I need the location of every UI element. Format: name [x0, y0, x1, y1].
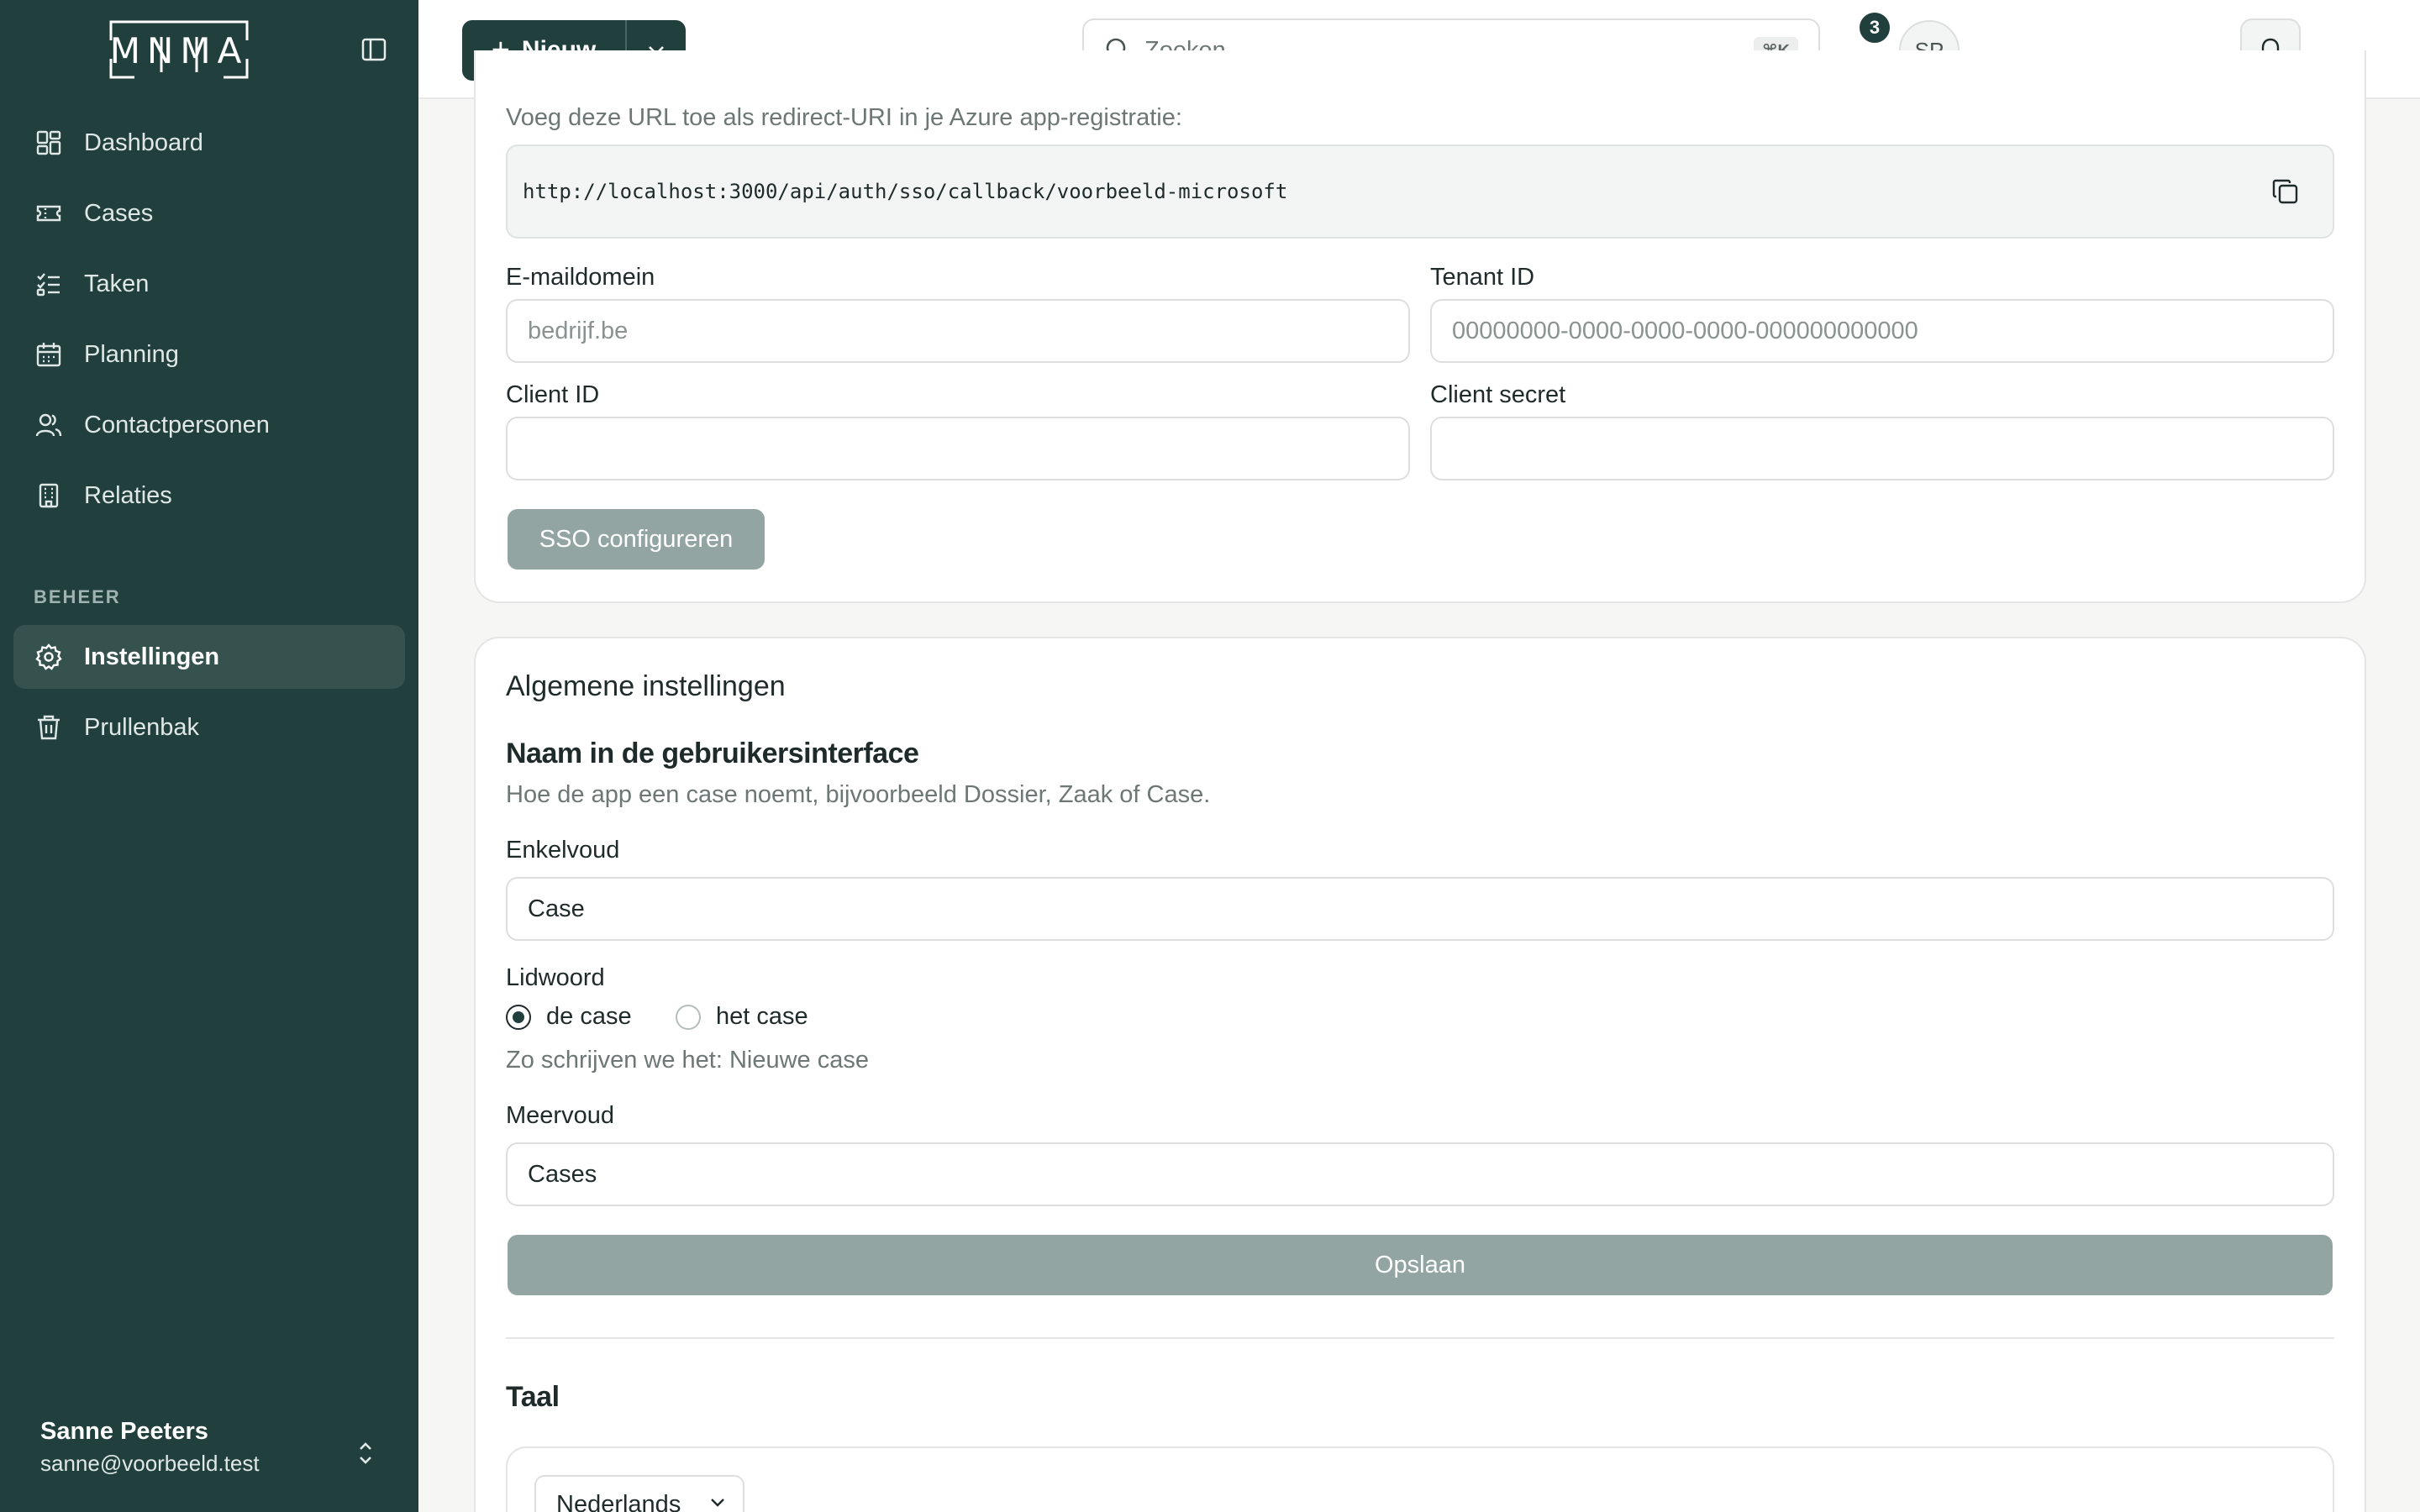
sidebar-item-label: Contactpersonen	[84, 411, 270, 438]
sidebar-item-label: Planning	[84, 340, 179, 368]
email-domain-field[interactable]	[506, 299, 1410, 363]
client-secret-field[interactable]	[1430, 417, 2334, 480]
article-label: Lidwoord	[506, 964, 605, 991]
trash-icon	[34, 712, 64, 743]
sidebar-item-cases[interactable]: Cases	[13, 181, 405, 245]
singular-field[interactable]	[506, 877, 2334, 941]
sidebar-item-prullenbak[interactable]: Prullenbak	[13, 696, 405, 759]
sso-configure-button[interactable]: SSO configureren	[508, 509, 765, 570]
sidebar: MNMA Dashboard Cases Taken Planning Cont…	[0, 0, 418, 1512]
client-id-field[interactable]	[506, 417, 1410, 480]
sidebar-item-planning[interactable]: Planning	[13, 323, 405, 386]
sidebar-panel-icon	[361, 38, 387, 61]
tenant-id-field[interactable]	[1430, 299, 2334, 363]
sidebar-item-label: Prullenbak	[84, 713, 200, 741]
sidebar-item-relaties[interactable]: Relaties	[13, 464, 405, 528]
sidebar-item-label: Cases	[84, 199, 154, 227]
user-name: Sanne Peeters	[40, 1418, 208, 1445]
redirect-url: http://localhost:3000/api/auth/sso/callb…	[523, 180, 1288, 203]
general-settings-title: Algemene instellingen	[506, 670, 786, 702]
users-icon	[34, 410, 64, 440]
tenant-id-label: Tenant ID	[1430, 264, 1535, 291]
sidebar-item-taken[interactable]: Taken	[13, 252, 405, 316]
plural-label: Meervoud	[506, 1102, 614, 1129]
sidebar-toggle-button[interactable]	[360, 37, 388, 62]
language-select[interactable]: Nederlands	[534, 1475, 744, 1512]
nav-section-label: BEHEER	[34, 586, 121, 607]
section-divider	[506, 1337, 2334, 1339]
dashboard-icon	[34, 128, 64, 158]
sidebar-item-label: Instellingen	[84, 643, 220, 670]
save-button[interactable]: Opslaan	[508, 1235, 2333, 1295]
language-heading: Taal	[506, 1381, 560, 1413]
main-nav: Dashboard Cases Taken Planning Contactpe…	[13, 111, 405, 534]
sidebar-item-label: Dashboard	[84, 129, 203, 156]
ui-name-heading: Naam in de gebruikersinterface	[506, 738, 919, 769]
building-icon	[34, 480, 64, 511]
sidebar-item-contactpersonen[interactable]: Contactpersonen	[13, 393, 405, 457]
language-box	[506, 1446, 2334, 1512]
sidebar-item-instellingen[interactable]: Instellingen	[13, 625, 405, 689]
user-email: sanne@voorbeeld.test	[40, 1451, 260, 1476]
ticket-icon	[34, 198, 64, 228]
email-domain-label: E-maildomein	[506, 264, 655, 291]
article-radio-de[interactable]	[506, 1005, 531, 1030]
singular-label: Enkelvoud	[506, 837, 620, 864]
sidebar-item-label: Taken	[84, 270, 150, 297]
logo-text: MNMA	[109, 29, 249, 71]
language-select-value: Nederlands	[556, 1490, 681, 1512]
article-preview-text: Zo schrijven we het: Nieuwe case	[506, 1047, 869, 1074]
plural-field[interactable]	[506, 1142, 2334, 1206]
chevron-down-icon	[711, 1499, 724, 1507]
gear-icon	[34, 642, 64, 672]
copy-icon[interactable]	[2269, 175, 2302, 208]
calendar-icon	[34, 339, 64, 370]
article-option-het[interactable]: het case	[716, 1003, 808, 1031]
article-radio-het[interactable]	[676, 1005, 701, 1030]
chevrons-up-down-icon[interactable]	[353, 1436, 378, 1470]
sidebar-item-dashboard[interactable]: Dashboard	[13, 111, 405, 175]
ui-name-hint: Hoe de app een case noemt, bijvoorbeeld …	[506, 781, 1211, 808]
redirect-url-box: http://localhost:3000/api/auth/sso/callb…	[506, 144, 2334, 239]
client-secret-label: Client secret	[1430, 381, 1566, 408]
client-id-label: Client ID	[506, 381, 600, 408]
admin-nav: Instellingen Prullenbak	[13, 625, 405, 766]
user-menu[interactable]: Sanne Peeters sanne@voorbeeld.test	[40, 1418, 393, 1477]
notification-count-badge: 3	[1857, 10, 1892, 45]
redirect-hint: Voeg deze URL toe als redirect-URI in je…	[506, 104, 1182, 131]
article-option-de[interactable]: de case	[546, 1003, 632, 1031]
sidebar-item-label: Relaties	[84, 481, 172, 509]
app-logo[interactable]: MNMA	[109, 20, 249, 79]
tasks-icon	[34, 269, 64, 299]
